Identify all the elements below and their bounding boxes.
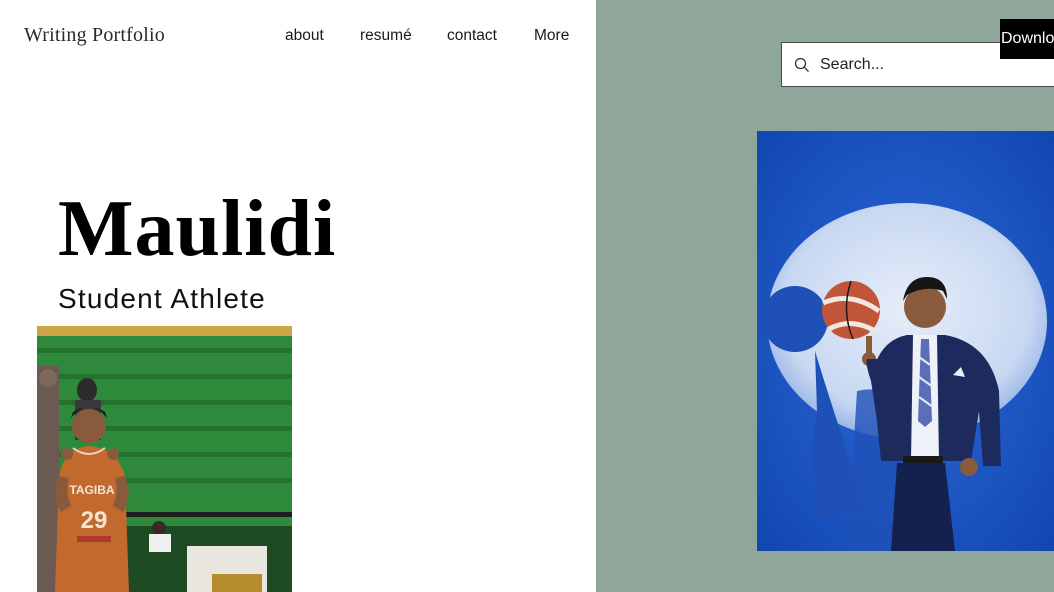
nav-about[interactable]: about xyxy=(285,27,324,45)
jersey-number: 29 xyxy=(81,507,108,534)
basketball-court-photo: TAGIBA 29 xyxy=(37,326,292,592)
nav-resume[interactable]: resumé xyxy=(360,27,412,45)
hero-tagline: Student Athlete xyxy=(58,283,266,314)
site-title[interactable]: Writing Portfolio xyxy=(24,24,165,47)
download-button[interactable]: Downlo xyxy=(1000,19,1054,59)
search-icon xyxy=(794,57,809,72)
spotlight-portrait-photo xyxy=(757,131,1054,551)
nav-more[interactable]: More xyxy=(534,27,569,45)
hero-name: Maulidi xyxy=(58,185,337,273)
jersey-text: TAGIBA xyxy=(69,483,114,497)
nav-contact[interactable]: contact xyxy=(447,27,497,45)
